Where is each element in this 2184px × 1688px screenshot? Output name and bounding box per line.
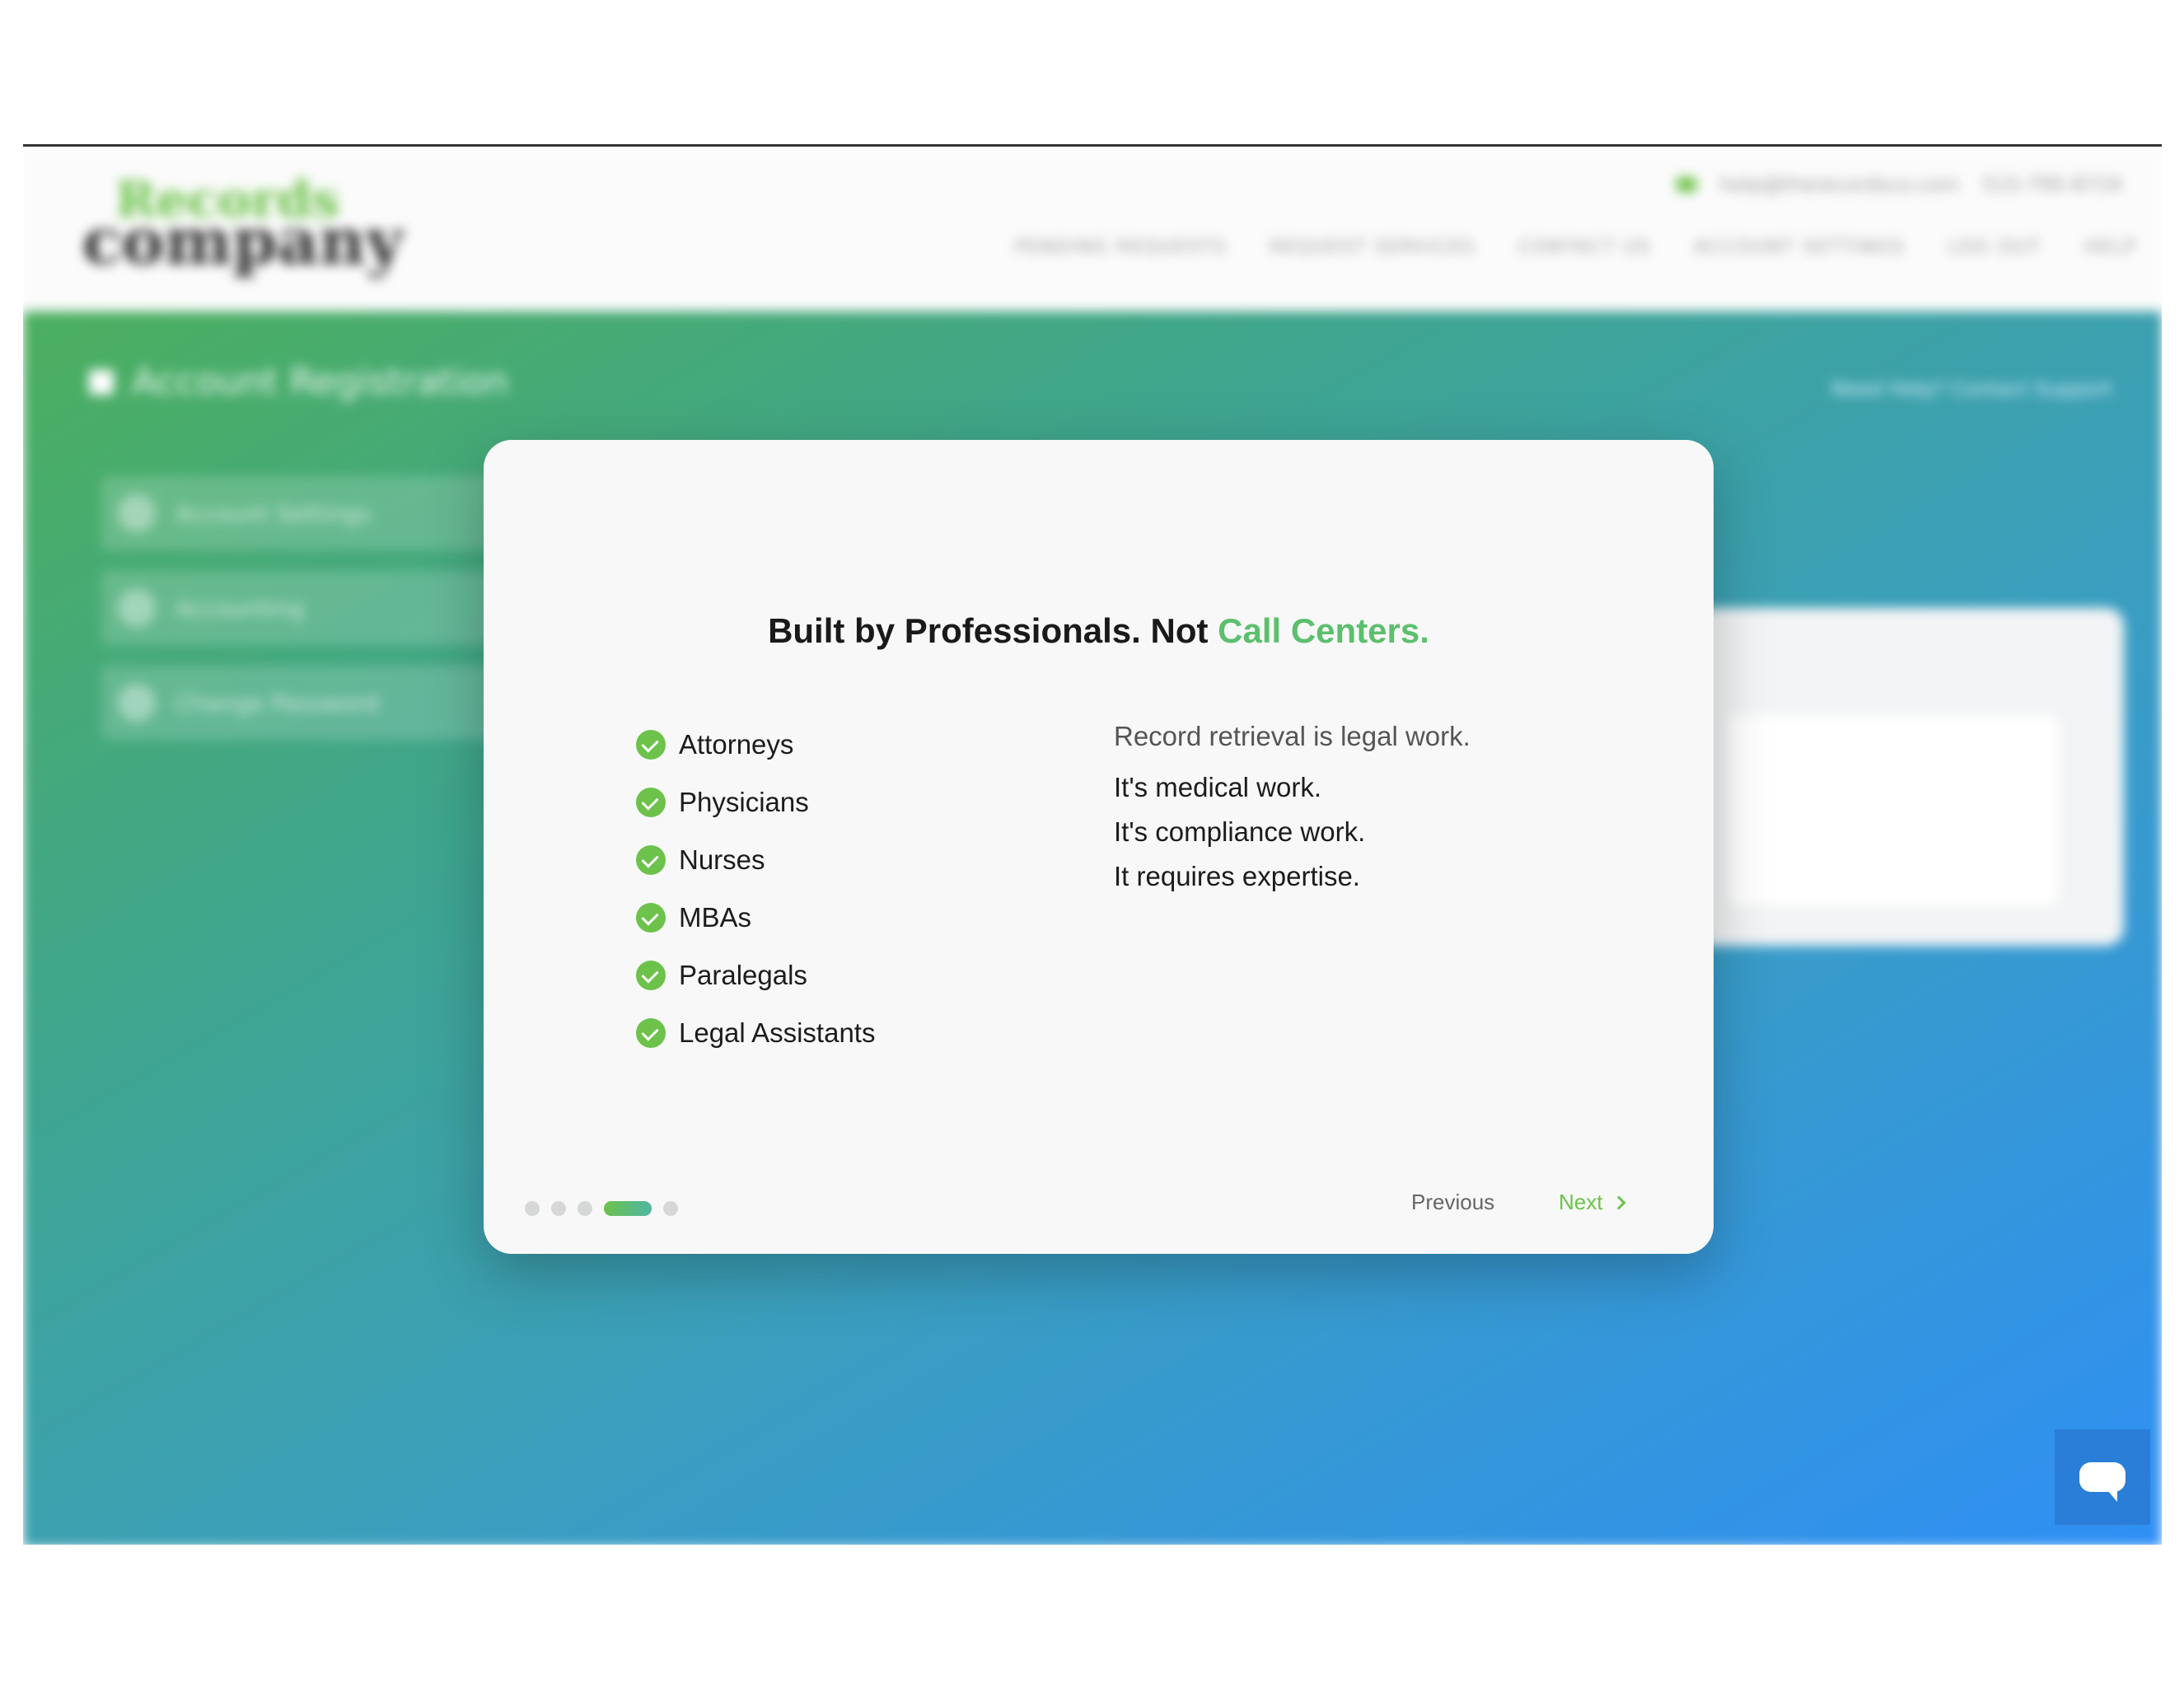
site-header: Records company help@therecordsco.com 51… <box>23 147 2162 311</box>
page-dot-2[interactable] <box>551 1201 566 1216</box>
nav-item-logout[interactable]: LOG OUT <box>1948 237 2041 258</box>
chat-button[interactable] <box>2055 1429 2150 1525</box>
page-title-text: Account Registration <box>132 361 508 403</box>
page-dot-1[interactable] <box>525 1201 540 1216</box>
page-dot-3[interactable] <box>578 1201 592 1216</box>
sidebar-item-account-settings[interactable]: Account Settings <box>101 476 530 550</box>
next-button-label: Next <box>1559 1190 1603 1214</box>
content-card <box>1695 608 2124 946</box>
description-block: Record retrieval is legal work. It's med… <box>1114 718 1471 903</box>
description-line: It's medical work. <box>1114 772 1322 802</box>
main-nav: PENDING REQUESTS REQUEST SERVICES CONTAC… <box>1015 237 2137 258</box>
page-dot-5[interactable] <box>663 1201 678 1216</box>
settings-icon <box>118 494 156 532</box>
check-circle-icon <box>636 903 666 933</box>
list-item-label: Legal Assistants <box>679 1017 876 1048</box>
contact-row: help@therecordsco.com 515-795-8724 <box>1677 173 2122 196</box>
list-item-label: Paralegals <box>679 960 807 990</box>
pagination-dots <box>525 1201 678 1216</box>
list-item: Attorneys <box>636 716 875 774</box>
chat-bubble-icon <box>2079 1462 2126 1502</box>
list-item-label: MBAs <box>679 902 752 933</box>
sidebar-item-label: Account Settings <box>175 499 371 527</box>
page-title: Account Registration <box>89 361 508 403</box>
check-circle-icon <box>636 788 666 817</box>
nav-item-contact[interactable]: CONTACT US <box>1518 237 1651 258</box>
contact-phone[interactable]: 515-795-8724 <box>1982 173 2122 196</box>
professional-list: Attorneys Physicians Nurses MBAs Paraleg… <box>636 716 875 1062</box>
sidebar-item-change-password[interactable]: Change Password <box>101 666 530 740</box>
page-dot-4-active[interactable] <box>604 1201 652 1216</box>
description-lead: Record retrieval is legal work. <box>1114 721 1471 751</box>
check-circle-icon <box>636 730 666 760</box>
nav-item-account-settings[interactable]: ACCOUNT SETTINGS <box>1694 237 1905 258</box>
title-accent: Call Centers. <box>1218 611 1429 650</box>
check-circle-icon <box>636 1018 666 1048</box>
email-icon <box>1677 177 1697 192</box>
next-button[interactable]: Next <box>1559 1190 1626 1215</box>
list-item: MBAs <box>636 889 875 947</box>
logo-line-2: company <box>82 204 404 279</box>
list-item: Physicians <box>636 774 875 831</box>
chevron-right-icon <box>1611 1195 1626 1209</box>
list-item: Nurses <box>636 831 875 889</box>
list-item-label: Attorneys <box>679 729 794 760</box>
onboarding-modal: Built by Professionals. Not Call Centers… <box>484 440 1714 1254</box>
description-line: It requires expertise. <box>1114 861 1360 891</box>
list-item: Paralegals <box>636 947 875 1004</box>
nav-item-help[interactable]: HELP <box>2084 237 2137 258</box>
sidebar-item-accounting[interactable]: Accounting <box>101 571 530 645</box>
company-logo[interactable]: Records company <box>82 171 403 279</box>
check-circle-icon <box>636 845 666 875</box>
title-main: Built by Professionals. Not <box>768 611 1218 650</box>
accounting-icon <box>118 589 156 627</box>
list-item-label: Physicians <box>679 787 809 817</box>
list-item: Legal Assistants <box>636 1004 875 1062</box>
nav-item-pending[interactable]: PENDING REQUESTS <box>1015 237 1227 258</box>
help-link[interactable]: Need Help? Contact Support <box>1831 377 2112 400</box>
modal-title: Built by Professionals. Not Call Centers… <box>484 611 1714 651</box>
previous-button[interactable]: Previous <box>1411 1190 1494 1215</box>
list-item-label: Nurses <box>679 844 765 875</box>
check-circle-icon <box>636 961 666 990</box>
user-icon <box>89 369 114 395</box>
content-card-inner <box>1728 715 2058 905</box>
lock-icon <box>118 684 156 722</box>
description-line: It's compliance work. <box>1114 816 1366 847</box>
sidebar-item-label: Change Password <box>175 689 379 717</box>
nav-item-request-services[interactable]: REQUEST SERVICES <box>1270 237 1475 258</box>
contact-email[interactable]: help@therecordsco.com <box>1719 173 1959 196</box>
sidebar-item-label: Accounting <box>175 594 305 622</box>
